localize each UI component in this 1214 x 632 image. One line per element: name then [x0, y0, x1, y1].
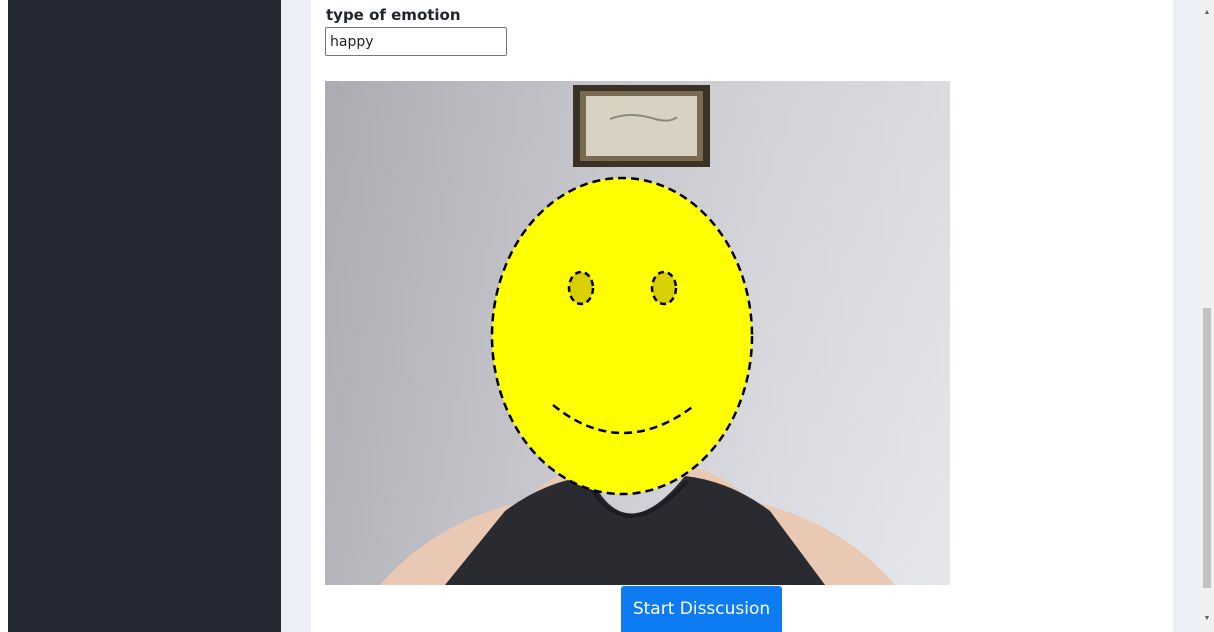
scrollbar-thumb[interactable]	[1203, 308, 1211, 588]
emotion-input[interactable]	[325, 27, 507, 56]
picture-frame	[573, 85, 710, 167]
smiley-right-eye	[650, 270, 678, 306]
emotion-label: type of emotion	[326, 6, 461, 24]
right-gutter	[1173, 0, 1200, 632]
content-gutter	[281, 0, 311, 632]
smiley-left-eye	[567, 270, 595, 306]
scroll-down-arrow-icon[interactable]: ▼	[1200, 612, 1214, 626]
window-edge	[0, 0, 8, 632]
smiley-head	[490, 176, 754, 496]
sidebar	[8, 0, 281, 632]
camera-feed	[325, 81, 950, 585]
vertical-scrollbar[interactable]: ▲ ▼	[1200, 0, 1214, 632]
scroll-up-arrow-icon[interactable]: ▲	[1200, 6, 1214, 20]
start-discussion-button[interactable]: Start Disscusion	[621, 586, 782, 632]
smiley-face	[490, 176, 754, 496]
